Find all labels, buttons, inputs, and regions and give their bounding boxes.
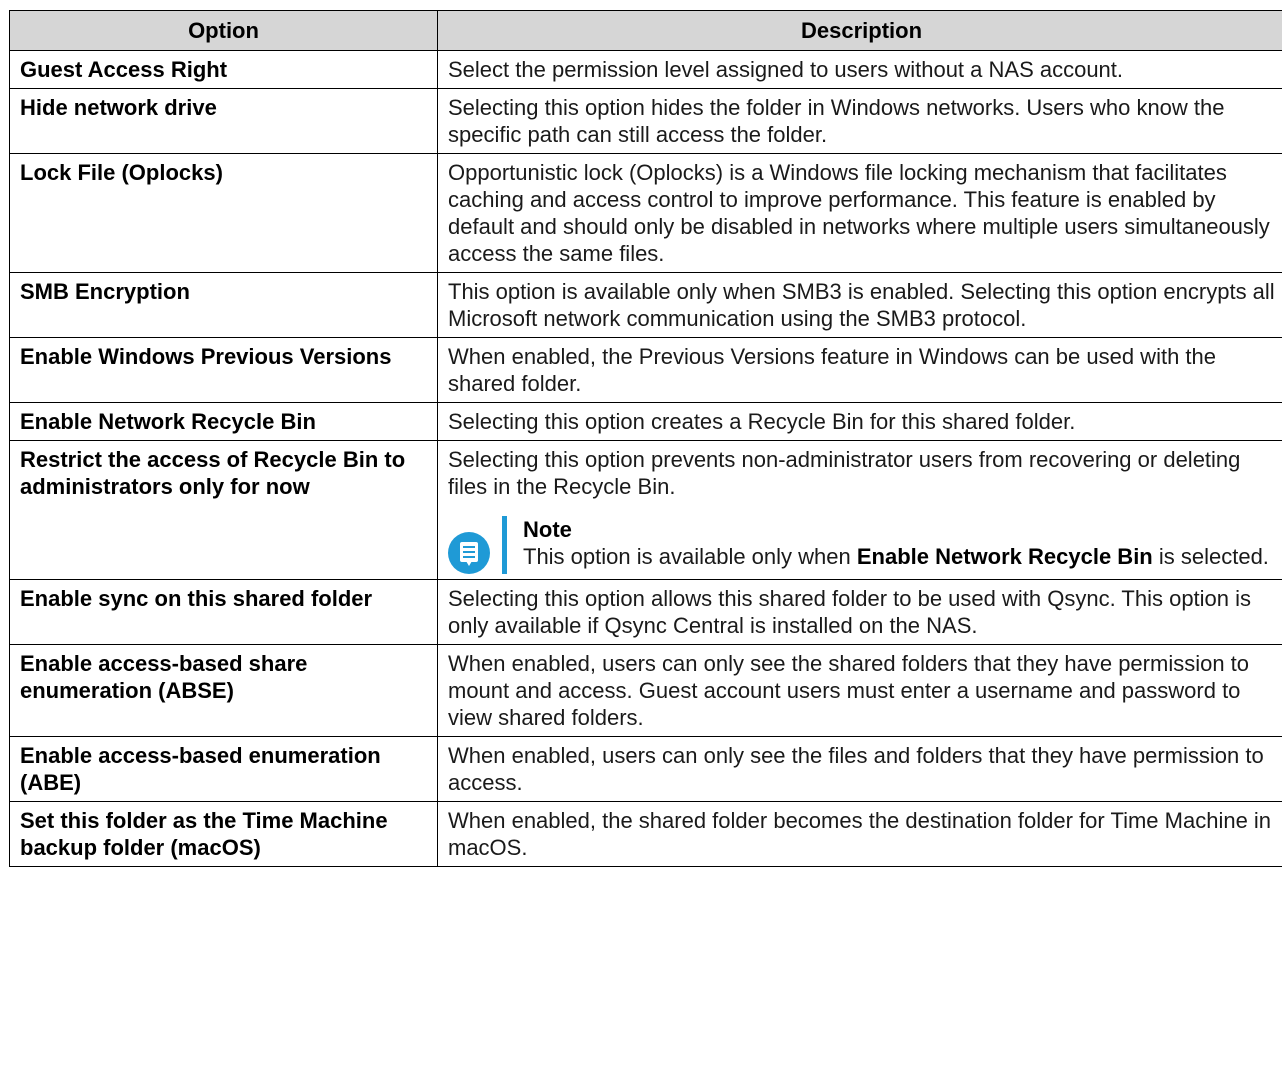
option-description: Select the permission level assigned to … [437, 50, 1282, 89]
option-name: Restrict the access of Recycle Bin to ad… [9, 440, 438, 580]
option-name: Enable access-based share enumeration (A… [9, 644, 438, 737]
option-description: Opportunistic lock (Oplocks) is a Window… [437, 153, 1282, 273]
note-callout: Note This option is available only when … [448, 516, 1275, 574]
option-description: Selecting this option allows this shared… [437, 579, 1282, 645]
note-text-bold: Enable Network Recycle Bin [856, 544, 1153, 569]
table-row: SMB Encryption This option is available … [9, 272, 1282, 338]
option-description: This option is available only when SMB3 … [437, 272, 1282, 338]
column-header-option: Option [9, 10, 438, 51]
option-description: Selecting this option hides the folder i… [437, 88, 1282, 154]
option-name: Enable Windows Previous Versions [9, 337, 438, 403]
option-description: Selecting this option prevents non-admin… [437, 440, 1282, 580]
table-header-row: Option Description [9, 10, 1282, 51]
option-name: Hide network drive [9, 88, 438, 154]
table-row: Enable Network Recycle Bin Selecting thi… [9, 402, 1282, 441]
option-name: Enable Network Recycle Bin [9, 402, 438, 441]
table-row: Hide network drive Selecting this option… [9, 88, 1282, 154]
option-description: When enabled, users can only see the fil… [437, 736, 1282, 802]
column-header-description: Description [437, 10, 1282, 51]
note-text-before: This option is available only when [523, 544, 857, 569]
option-description: When enabled, the shared folder becomes … [437, 801, 1282, 867]
table-row: Enable access-based share enumeration (A… [9, 644, 1282, 737]
option-description: When enabled, the Previous Versions feat… [437, 337, 1282, 403]
option-description: When enabled, users can only see the sha… [437, 644, 1282, 737]
option-name: SMB Encryption [9, 272, 438, 338]
option-name: Set this folder as the Time Machine back… [9, 801, 438, 867]
option-name: Enable sync on this shared folder [9, 579, 438, 645]
description-text: Selecting this option prevents non-admin… [448, 447, 1241, 499]
note-body: Note This option is available only when … [523, 516, 1269, 574]
note-accent-bar [502, 516, 507, 574]
note-title: Note [523, 517, 572, 542]
table-row: Enable Windows Previous Versions When en… [9, 337, 1282, 403]
table-row: Enable access-based enumeration (ABE) Wh… [9, 736, 1282, 802]
option-description: Selecting this option creates a Recycle … [437, 402, 1282, 441]
table-row: Enable sync on this shared folder Select… [9, 579, 1282, 645]
option-name: Enable access-based enumeration (ABE) [9, 736, 438, 802]
note-text-after: is selected. [1152, 544, 1269, 569]
table-row: Lock File (Oplocks) Opportunistic lock (… [9, 153, 1282, 273]
note-icon [448, 532, 490, 574]
table-row: Restrict the access of Recycle Bin to ad… [9, 440, 1282, 580]
table-row: Set this folder as the Time Machine back… [9, 801, 1282, 867]
table-row: Guest Access Right Select the permission… [9, 50, 1282, 89]
option-name: Guest Access Right [9, 50, 438, 89]
options-table: Option Description Guest Access Right Se… [9, 10, 1282, 867]
note-text: This option is available only when Enabl… [523, 543, 1269, 570]
option-name: Lock File (Oplocks) [9, 153, 438, 273]
